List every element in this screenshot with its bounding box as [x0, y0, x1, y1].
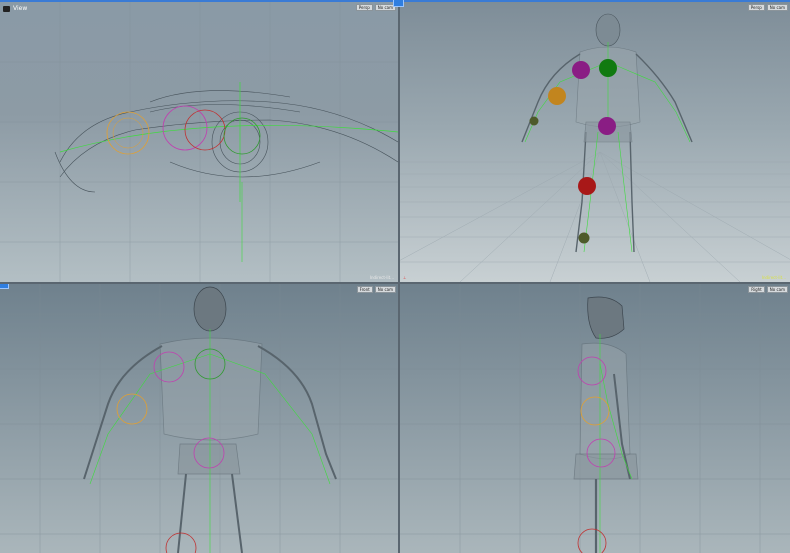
viewport-corner-tab[interactable] [0, 284, 9, 289]
handle-knee-red [577, 528, 607, 553]
viewport-bottom-right-scene[interactable] [400, 284, 790, 553]
handle-clavicle-purple [572, 61, 590, 79]
viewport-divider-horizontal[interactable] [0, 282, 790, 284]
no-cam-button[interactable]: No cam [766, 4, 788, 11]
no-cam-button[interactable]: No cam [374, 286, 396, 293]
handle-chest-green [223, 117, 261, 155]
handle-shoulder-orange [116, 393, 148, 425]
viewport-bottom-left[interactable]: Front No cam [0, 284, 398, 553]
camera-menu-button[interactable]: Persp [355, 4, 373, 11]
handle-shoulder-orange [106, 111, 150, 155]
viewport-top-left-scene[interactable] [0, 2, 398, 282]
camera-icon[interactable] [3, 5, 10, 12]
handle-hip-purple [598, 117, 616, 135]
viewport-divider-vertical[interactable] [398, 2, 400, 553]
handle-shoulder-orange [548, 87, 566, 105]
viewport-top-right[interactable]: Persp No cam ⊥ Indirect-lit... [400, 2, 790, 282]
viewport-top-right-scene[interactable] [400, 2, 790, 282]
handle-chest-green [599, 59, 617, 77]
handle-knee-red [578, 177, 596, 195]
viewport-top-left[interactable]: View Persp No cam Indirect-lit... [0, 2, 398, 282]
character-wireframe-side [573, 296, 639, 553]
character-wireframe-top [54, 90, 398, 193]
handle-ankle-olive [578, 232, 590, 244]
viewport-status: Indirect-lit... [369, 275, 394, 280]
handle-wrist-olive [529, 116, 539, 126]
viewport-bottom-right[interactable]: Right No cam [400, 284, 790, 553]
viewport-status: Indirect-lit... [761, 275, 786, 280]
camera-menu-button[interactable]: Front [356, 286, 373, 293]
handle-knee-red [165, 532, 197, 553]
no-cam-button[interactable]: No cam [766, 286, 788, 293]
camera-menu-button[interactable]: Persp [747, 4, 765, 11]
viewport-bottom-left-scene[interactable] [0, 284, 398, 553]
viewport-maximize-tab[interactable] [393, 0, 404, 7]
camera-menu-button[interactable]: Right [748, 286, 765, 293]
handle-spine-red [184, 109, 226, 151]
axis-indicator: ⊥ [403, 275, 407, 280]
viewport-label[interactable]: View [3, 5, 27, 12]
